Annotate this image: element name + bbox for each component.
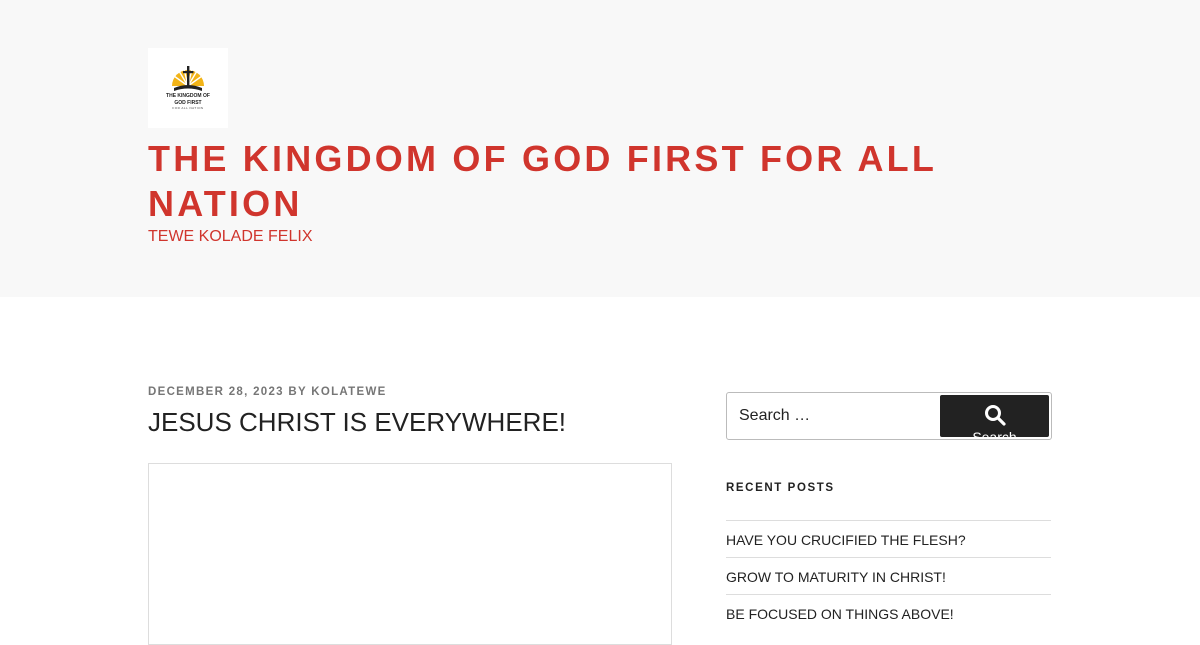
search-button[interactable]: Search <box>940 395 1049 437</box>
list-item: GROW TO MATURITY IN CHRIST! <box>726 557 1051 594</box>
list-item: HAVE YOU CRUCIFIED THE FLESH? <box>726 520 1051 557</box>
site-logo[interactable]: THE KINGDOM OF GOD FIRST FOR ALL NATION <box>148 48 228 128</box>
logo-icon <box>172 66 204 91</box>
site-tagline: TEWE KOLADE FELIX <box>148 228 313 245</box>
logo-text-line1: THE KINGDOM OF <box>166 93 210 99</box>
post-meta: DECEMBER 28, 2023 BY KOLATEWE <box>148 386 387 398</box>
recent-posts-title: RECENT POSTS <box>726 482 835 494</box>
post-by-label: BY <box>288 386 307 398</box>
list-item: BE FOCUSED ON THINGS ABOVE! <box>726 594 1051 631</box>
post-embed-frame <box>148 463 672 645</box>
recent-post-link[interactable]: GROW TO MATURITY IN CHRIST! <box>726 569 946 585</box>
logo-text-line3: FOR ALL NATION <box>172 106 204 110</box>
search-form: Search <box>726 392 1052 440</box>
recent-post-link[interactable]: BE FOCUSED ON THINGS ABOVE! <box>726 606 954 622</box>
site-title[interactable]: THE KINGDOM OF GOD FIRST FOR ALL NATION <box>148 136 1048 226</box>
post-author-link[interactable]: KOLATEWE <box>311 386 386 398</box>
search-button-label: Search <box>972 429 1017 437</box>
search-input[interactable] <box>739 393 939 439</box>
recent-posts-list: HAVE YOU CRUCIFIED THE FLESH? GROW TO MA… <box>726 520 1051 631</box>
post-title[interactable]: JESUS CHRIST IS EVERYWHERE! <box>148 405 566 439</box>
recent-post-link[interactable]: HAVE YOU CRUCIFIED THE FLESH? <box>726 532 966 548</box>
post-date[interactable]: DECEMBER 28, 2023 <box>148 386 284 398</box>
site-header: THE KINGDOM OF GOD FIRST FOR ALL NATION … <box>0 0 1200 297</box>
search-icon <box>985 405 1006 426</box>
